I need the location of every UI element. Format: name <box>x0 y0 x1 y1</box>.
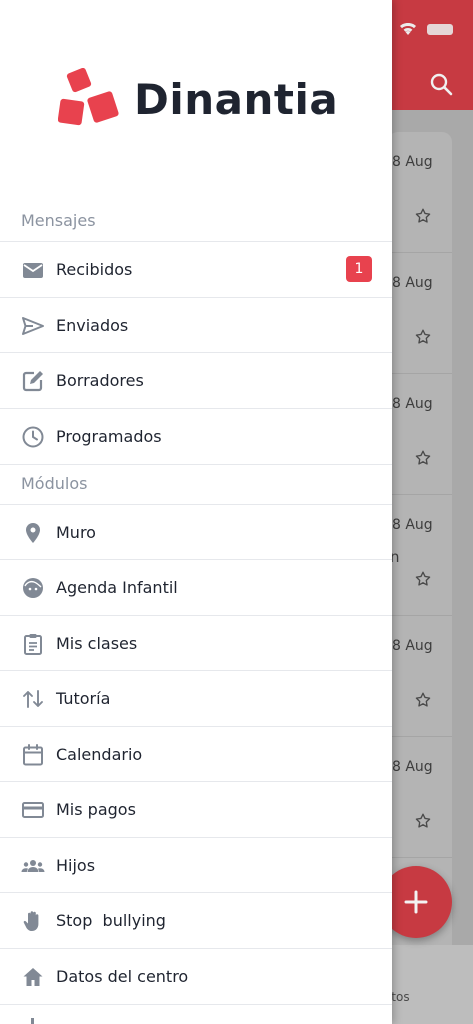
section-label-messages: Mensajes <box>21 211 96 230</box>
location-pin-icon <box>21 521 45 545</box>
divider <box>0 464 392 465</box>
star-icon[interactable] <box>414 207 432 225</box>
drawer-item-datos-del-centro[interactable]: Datos del centro <box>0 949 392 1004</box>
message-list: 8 Aug 8 Aug 8 Aug 8 Aug 8 Aug 8 Aug <box>388 132 452 962</box>
message-date: 8 Aug <box>392 517 433 533</box>
next-item-icon-partial <box>31 1018 34 1024</box>
message-date: 8 Aug <box>392 396 433 412</box>
drawer-item-muro[interactable]: Muro <box>0 505 392 560</box>
clock-icon <box>21 425 45 449</box>
edit-icon <box>21 369 45 393</box>
hand-icon <box>21 909 45 933</box>
drawer-item-mis-clases[interactable]: Mis clases <box>0 616 392 671</box>
navigation-drawer: Dinantia Mensajes Recibidos 1 Enviados B… <box>0 0 392 1024</box>
brand-name: Dinantia <box>134 74 339 124</box>
star-icon[interactable] <box>414 328 432 346</box>
drawer-item-label: Tutoría <box>56 689 111 708</box>
send-icon <box>21 314 45 338</box>
drawer-item-label: Stop bullying <box>56 911 166 930</box>
section-label-modules: Módulos <box>21 474 88 493</box>
drawer-item-calendario[interactable]: Calendario <box>0 727 392 782</box>
list-item[interactable]: 8 Aug <box>388 737 452 858</box>
drawer-item-mis-pagos[interactable]: Mis pagos <box>0 782 392 837</box>
message-date: 8 Aug <box>392 638 433 654</box>
drawer-item-agenda-infantil[interactable]: Agenda Infantil <box>0 560 392 615</box>
list-item[interactable]: 8 Aug <box>388 374 452 495</box>
drawer-item-label: Datos del centro <box>56 967 189 986</box>
home-icon <box>21 965 45 989</box>
drawer-item-stop-bullying[interactable]: Stop bullying <box>0 893 392 948</box>
drawer-item-borradores[interactable]: Borradores <box>0 353 392 408</box>
drawer-item-label: Borradores <box>56 371 144 390</box>
drawer-item-label: Mis clases <box>56 634 138 653</box>
star-icon[interactable] <box>414 691 432 709</box>
divider <box>0 1004 392 1005</box>
clipboard-icon <box>21 632 45 656</box>
plus-icon <box>404 890 428 914</box>
calendar-icon <box>21 743 45 767</box>
drawer-item-label: Muro <box>56 523 96 542</box>
drawer-item-label: Hijos <box>56 856 96 875</box>
drawer-item-enviados[interactable]: Enviados <box>0 298 392 353</box>
brand-logo: Dinantia <box>58 68 338 130</box>
search-icon[interactable] <box>429 72 453 96</box>
credit-card-icon <box>21 798 45 822</box>
wifi-icon <box>400 23 416 35</box>
battery-icon <box>427 23 453 35</box>
list-item[interactable]: 8 Aug <box>388 253 452 374</box>
drawer-item-label: Agenda Infantil <box>56 578 178 597</box>
drawer-item-label: Calendario <box>56 745 143 764</box>
star-icon[interactable] <box>414 570 432 588</box>
drawer-item-label: Recibidos <box>56 260 133 279</box>
status-bar <box>399 22 453 36</box>
people-icon <box>21 854 45 878</box>
drawer-item-label: Programados <box>56 427 162 446</box>
drawer-item-recibidos[interactable]: Recibidos 1 <box>0 242 392 297</box>
drawer-item-label: Enviados <box>56 316 129 335</box>
dinantia-logo-icon <box>58 68 119 126</box>
star-icon[interactable] <box>414 449 432 467</box>
unread-count-badge: 1 <box>346 256 372 282</box>
list-item[interactable]: 8 Aug <box>388 616 452 737</box>
drawer-item-tutoria[interactable]: Tutoría <box>0 671 392 726</box>
message-date: 8 Aug <box>392 759 433 775</box>
drawer-item-programados[interactable]: Programados <box>0 409 392 464</box>
star-icon[interactable] <box>414 812 432 830</box>
child-face-icon <box>21 576 45 600</box>
message-date: 8 Aug <box>392 154 433 170</box>
drawer-item-label: Mis pagos <box>56 800 136 819</box>
swap-arrows-icon <box>21 687 45 711</box>
drawer-item-hijos[interactable]: Hijos <box>0 838 392 893</box>
list-item[interactable]: 8 Aug <box>388 132 452 253</box>
inbox-icon <box>21 258 45 282</box>
message-date: 8 Aug <box>392 275 433 291</box>
